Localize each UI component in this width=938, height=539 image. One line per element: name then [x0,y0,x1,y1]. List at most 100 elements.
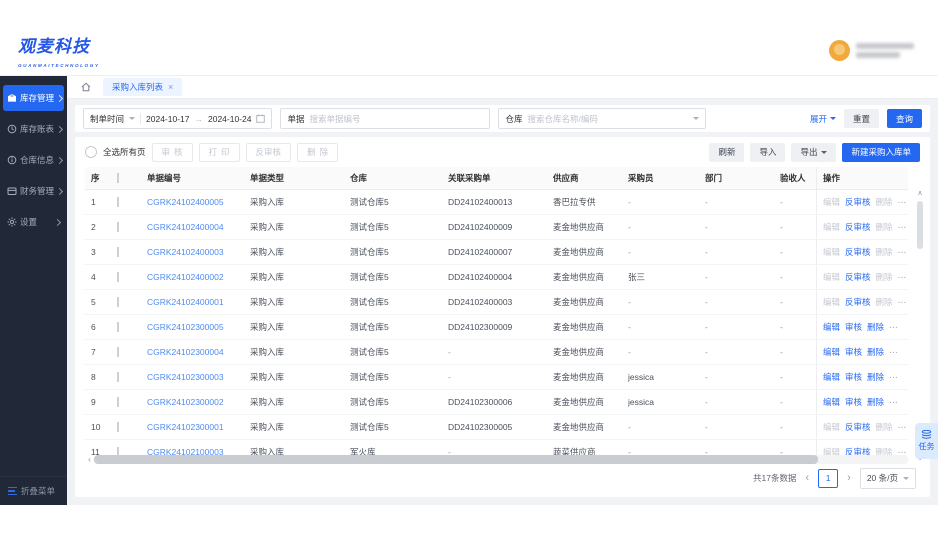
row-checkbox[interactable] [117,297,119,307]
row-checkbox[interactable] [117,272,119,282]
delete-button[interactable]: 删除 [297,142,339,162]
collapse-menu-button[interactable]: 折叠菜单 [0,476,67,505]
user-menu[interactable] [829,40,914,61]
row-action-enabled[interactable]: 反审核 [845,421,871,433]
row-checkbox[interactable] [117,197,119,207]
more-actions-icon[interactable]: ⋯ [898,247,908,258]
row-action-disabled[interactable]: 删除 [876,196,893,208]
row-checkbox[interactable] [117,347,119,357]
sidebar-item-3[interactable]: 财务管理 [3,178,64,204]
reverse-audit-button[interactable]: 反审核 [245,142,292,162]
row-checkbox[interactable] [117,397,119,407]
scroll-up-icon[interactable]: ∧ [914,189,926,197]
print-button[interactable]: 打印 [198,142,240,162]
row-action-enabled[interactable]: 审核 [845,321,862,333]
row-action-enabled[interactable]: 反审核 [845,271,871,283]
row-action-enabled[interactable]: 审核 [845,346,862,358]
scroll-left-icon[interactable]: ‹ [85,455,94,464]
doc-number-link[interactable]: CGRK24102300004 [147,347,224,357]
row-action-disabled[interactable]: 删除 [876,421,893,433]
row-action-enabled[interactable]: 编辑 [823,346,840,358]
date-range-filter[interactable]: 制单时间 2024-10-17 → 2024-10-24 [83,108,273,129]
row-action-disabled[interactable]: 删除 [876,221,893,233]
more-actions-icon[interactable]: ⋯ [898,272,908,283]
row-checkbox[interactable] [117,247,119,257]
row-action-disabled[interactable]: 编辑 [823,296,840,308]
row-checkbox[interactable] [117,322,119,332]
row-action-enabled[interactable]: 删除 [867,321,884,333]
doc-number-link[interactable]: CGRK24102300003 [147,372,224,382]
row-action-disabled[interactable]: 编辑 [823,246,840,258]
row-action-disabled[interactable]: 编辑 [823,196,840,208]
select-all-pages-checkbox[interactable] [85,146,97,158]
date-end-value[interactable]: 2024-10-24 [208,114,251,124]
home-icon[interactable] [81,82,91,92]
row-action-enabled[interactable]: 编辑 [823,371,840,383]
doc-number-link[interactable]: CGRK24102400002 [147,272,224,282]
horizontal-scrollbar[interactable]: ‹ [85,455,908,464]
doc-number-search-input[interactable]: 单据 搜索单据编号 [280,108,491,129]
row-action-enabled[interactable]: 删除 [867,396,884,408]
vertical-scrollbar[interactable]: ∧ ∨ [914,189,926,462]
avatar[interactable] [829,40,850,61]
import-button[interactable]: 导入 [750,142,786,162]
row-action-enabled[interactable]: 反审核 [845,296,871,308]
sidebar-item-1[interactable]: 库存账表 [3,116,64,142]
page-size-select[interactable]: 20 条/页 [859,467,916,489]
row-action-enabled[interactable]: 审核 [845,396,862,408]
row-action-disabled[interactable]: 编辑 [823,221,840,233]
next-page-icon[interactable]: › [847,472,851,484]
vertical-scroll-thumb[interactable] [917,201,923,249]
reset-button[interactable]: 重置 [843,109,879,128]
row-action-enabled[interactable]: 审核 [845,371,862,383]
audit-button[interactable]: 审核 [151,142,193,162]
more-actions-icon[interactable]: ⋯ [898,297,908,308]
doc-number-link[interactable]: CGRK24102400001 [147,297,224,307]
doc-number-link[interactable]: CGRK24102400003 [147,247,224,257]
horizontal-scroll-track[interactable] [94,455,908,464]
expand-filters-button[interactable]: 展开 [810,113,836,125]
doc-number-link[interactable]: CGRK24102400004 [147,222,224,232]
doc-number-link[interactable]: CGRK24102300002 [147,397,224,407]
more-actions-icon[interactable]: ⋯ [889,347,899,358]
sidebar-item-4[interactable]: 设置 [3,209,64,235]
row-action-enabled[interactable]: 编辑 [823,321,840,333]
create-purchase-inbound-button[interactable]: 新建采购入库单 [842,142,920,162]
row-action-enabled[interactable]: 反审核 [845,221,871,233]
row-action-disabled[interactable]: 删除 [876,271,893,283]
row-action-disabled[interactable]: 删除 [876,246,893,258]
prev-page-icon[interactable]: ‹ [805,472,809,484]
row-action-disabled[interactable]: 删除 [876,296,893,308]
more-actions-icon[interactable]: ⋯ [889,397,899,408]
row-action-enabled[interactable]: 删除 [867,346,884,358]
date-start-value[interactable]: 2024-10-17 [146,114,189,124]
more-actions-icon[interactable]: ⋯ [889,372,899,383]
more-actions-icon[interactable]: ⋯ [898,222,908,233]
row-checkbox[interactable] [117,222,119,232]
refresh-button[interactable]: 刷新 [709,142,745,162]
doc-number-link[interactable]: CGRK24102300001 [147,422,224,432]
more-actions-icon[interactable]: ⋯ [898,197,908,208]
task-panel-button[interactable]: 任务 [915,423,938,459]
doc-number-link[interactable]: CGRK24102400005 [147,197,224,207]
tab-purchase-inbound-list[interactable]: 采购入库列表 × [103,77,183,96]
more-actions-icon[interactable]: ⋯ [889,322,899,333]
sidebar-item-2[interactable]: 仓库信息 [3,147,64,173]
row-checkbox[interactable] [117,372,119,382]
row-action-enabled[interactable]: 反审核 [845,246,871,258]
horizontal-scroll-thumb[interactable] [94,455,819,464]
more-actions-icon[interactable]: ⋯ [898,422,908,433]
row-action-disabled[interactable]: 编辑 [823,271,840,283]
export-button[interactable]: 导出 [791,142,837,162]
warehouse-search-select[interactable]: 仓库 搜索仓库名称/编码 [498,108,707,129]
select-all-checkbox[interactable] [117,173,119,183]
row-checkbox[interactable] [117,422,119,432]
tab-close-icon[interactable]: × [168,82,173,92]
doc-number-link[interactable]: CGRK24102300005 [147,322,224,332]
row-action-disabled[interactable]: 编辑 [823,421,840,433]
row-action-enabled[interactable]: 删除 [867,371,884,383]
row-action-enabled[interactable]: 反审核 [845,196,871,208]
current-page-button[interactable]: 1 [818,468,839,488]
sidebar-item-0[interactable]: 库存管理 [3,85,64,111]
search-button[interactable]: 查询 [886,109,922,128]
